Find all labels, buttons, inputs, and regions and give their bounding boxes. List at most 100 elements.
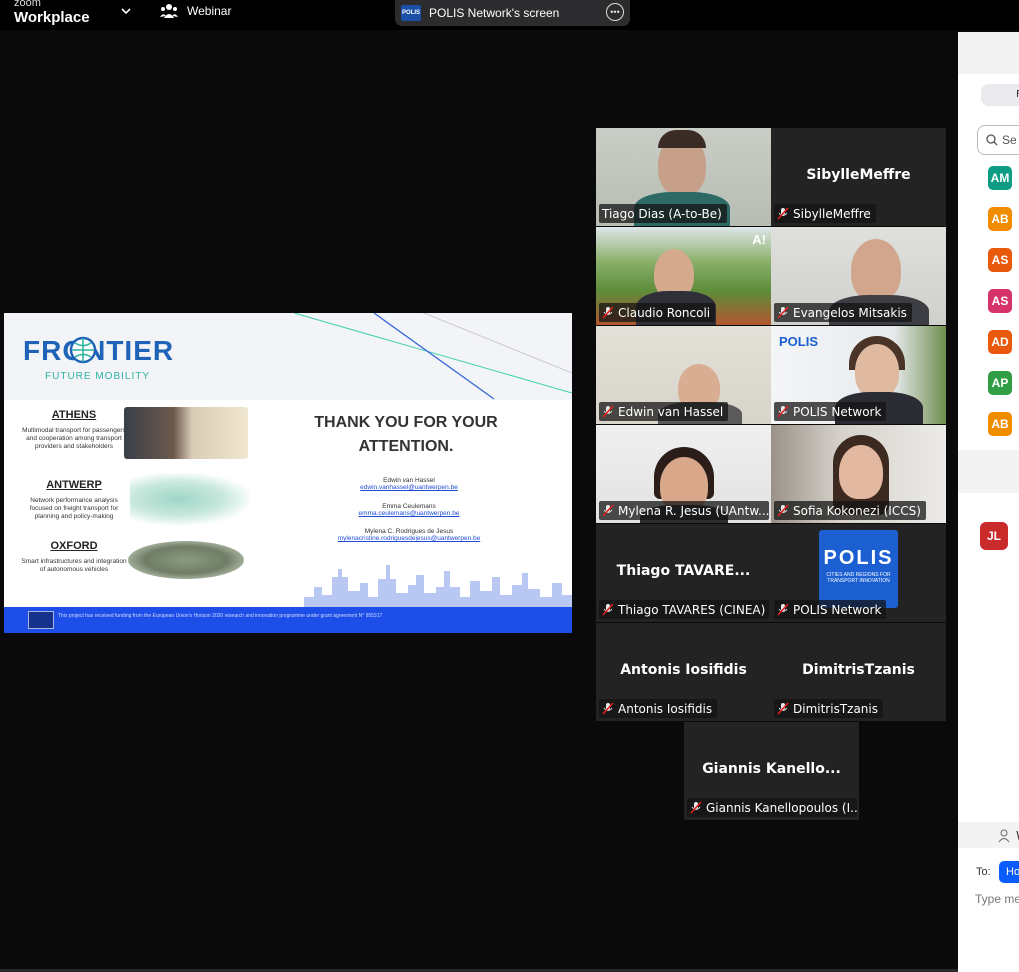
shared-screen-slide: FRONTIER FUTURE MOBILITY ATHENS Multimod… (4, 313, 572, 633)
attendee-avatar[interactable]: AD (988, 330, 1012, 354)
chat-avatar: JL (980, 522, 1008, 550)
city-antwerp: ANTWERP Network performance analysis foc… (29, 479, 119, 520)
participant-name-tag: Mylena R. Jesus (UAntw... (599, 501, 769, 520)
participant-face (839, 445, 883, 499)
muted-mic-icon (777, 405, 789, 418)
author-3-email[interactable]: mylenacristine.rodriguesdejesus@uantwerp… (304, 535, 514, 542)
video-tile[interactable]: Tiago Dias (A-to-Be) (596, 128, 771, 226)
screen-share-indicator[interactable]: POLIS POLIS Network's screen ••• (395, 0, 630, 26)
attendee-avatar[interactable]: AS (988, 248, 1012, 272)
participant-name-tag: POLIS Network (774, 402, 887, 421)
participant-name-tag: Tiago Dias (A-to-Be) (599, 204, 727, 223)
video-tile[interactable]: Antonis Iosifidis Antonis Iosifidis (596, 623, 771, 721)
video-tile[interactable]: Giannis Kanello... Giannis Kanellopoulos… (684, 722, 859, 820)
participant-face (851, 239, 901, 301)
city-athens: ATHENS Multimodal transport for passenge… (22, 409, 126, 450)
participant-name-tag: Sofia Kokonezi (ICCS) (774, 501, 926, 520)
participant-name-large: SibylleMeffre (806, 167, 911, 183)
slide-title: FRONTIER (23, 335, 175, 366)
muted-mic-icon (777, 603, 789, 616)
video-tile[interactable]: Evangelos Mitsakis (771, 227, 946, 325)
muted-mic-icon (602, 306, 614, 319)
author-1-email[interactable]: edwin.vanhassel@uantwerpen.be (304, 484, 514, 491)
attendee-avatar[interactable]: AS (988, 289, 1012, 313)
webinar-label: Webinar (187, 4, 232, 18)
video-tile[interactable]: A! Claudio Roncoli (596, 227, 771, 325)
slide-subtitle: FUTURE MOBILITY (45, 371, 151, 382)
panel-tab-pill[interactable]: F (981, 84, 1019, 106)
city-skyline-graphic (304, 565, 572, 607)
participant-name-tag: Claudio Roncoli (599, 303, 716, 322)
muted-mic-icon (602, 702, 614, 715)
panel-header (958, 32, 1019, 74)
author-3: Mylena C. Rodrigues de Jesus mylenacrist… (304, 528, 514, 542)
video-tile[interactable]: Edwin van Hassel (596, 326, 771, 424)
participant-name-tag: SibylleMeffre (774, 204, 876, 223)
share-label: POLIS Network's screen (429, 6, 560, 20)
video-tile[interactable]: Thiago TAVARE... Thiago TAVARES (CINEA) (596, 524, 771, 622)
video-tile[interactable]: POLIS POLIS Network (771, 326, 946, 424)
participant-name-tag: Evangelos Mitsakis (774, 303, 912, 322)
thanks-text: THANK YOU FOR YOUR ATTENTION. (314, 414, 498, 455)
muted-mic-icon (602, 504, 614, 517)
video-tile[interactable]: Sofia Kokonezi (ICCS) (771, 425, 946, 523)
participant-name-tag: Edwin van Hassel (599, 402, 729, 421)
attendee-avatar[interactable]: AP (988, 371, 1012, 395)
polis-logo-icon: POLIS (779, 334, 819, 349)
brand-bottom: Workplace (14, 9, 90, 26)
recipient-dropdown[interactable]: Ho (999, 861, 1019, 883)
muted-mic-icon (777, 207, 789, 220)
globe-icon (69, 336, 97, 364)
side-panel: F Se AM AB AS AS AD AP AB JL W To: Ho Ty… (958, 32, 1019, 972)
participant-name-large: DimitrisTzanis (802, 662, 915, 678)
muted-mic-icon (777, 702, 789, 715)
video-tile[interactable]: Mylena R. Jesus (UAntw... (596, 425, 771, 523)
polis-logo-icon: POLIS (401, 5, 421, 21)
zoom-workplace-logo[interactable]: zoom Workplace (14, 0, 90, 25)
chevron-down-icon[interactable] (118, 3, 134, 19)
eu-flag-icon (28, 611, 54, 629)
participant-name-tag: Thiago TAVARES (CINEA) (599, 600, 769, 619)
muted-mic-icon (777, 504, 789, 517)
participant-name-tag: Antonis Iosifidis (599, 699, 718, 718)
slide-footer: This project has received funding from t… (4, 607, 572, 633)
ai-badge: A! (752, 232, 766, 247)
participant-name-large: Thiago TAVARE... (616, 563, 751, 579)
attendee-avatar[interactable]: AB (988, 207, 1012, 231)
muted-mic-icon (690, 801, 702, 814)
video-tile[interactable]: SibylleMeffre SibylleMeffre (771, 128, 946, 226)
chat-message-input[interactable]: Type me (975, 892, 1019, 906)
webinar-indicator: Webinar (160, 0, 231, 22)
oxford-image (128, 541, 244, 579)
panel-divider (958, 450, 1019, 493)
search-input[interactable]: Se (977, 125, 1019, 155)
participant-hair (658, 130, 706, 148)
to-label: To: (976, 866, 991, 878)
author-2-email[interactable]: emma.ceulemans@uantwerpen.be (304, 510, 514, 517)
author-1: Edwin van Hassel edwin.vanhassel@uantwer… (304, 477, 514, 491)
polis-logo: POLIS CITIES AND REGIONS FOR TRANSPORT I… (819, 530, 898, 608)
author-2: Emma Ceulemans emma.ceulemans@uantwerpen… (304, 503, 514, 517)
participant-name-tag: DimitrisTzanis (774, 699, 883, 718)
attendee-avatar[interactable]: AM (988, 166, 1012, 190)
athens-image (124, 407, 248, 459)
more-options-icon[interactable]: ••• (606, 3, 624, 21)
video-tile[interactable]: POLIS CITIES AND REGIONS FOR TRANSPORT I… (771, 524, 946, 622)
antwerp-map-image (130, 473, 250, 525)
attendee-avatar[interactable]: AB (988, 412, 1012, 436)
participant-face (855, 344, 899, 398)
city-oxford: OXFORD Smart infrastructures and integra… (21, 540, 127, 573)
person-icon (998, 829, 1010, 843)
muted-mic-icon (602, 603, 614, 616)
webinar-icon (160, 4, 178, 18)
participant-name-tag: POLIS Network (774, 600, 887, 619)
participant-name-large: Giannis Kanello... (702, 761, 841, 777)
video-tile[interactable]: DimitrisTzanis DimitrisTzanis (771, 623, 946, 721)
muted-mic-icon (602, 405, 614, 418)
top-bar: zoom Workplace Webinar POLIS POLIS Netwo… (0, 0, 1019, 30)
participant-name-large: Antonis Iosifidis (620, 662, 747, 678)
participant-name-tag: Giannis Kanellopoulos (I... (687, 798, 857, 817)
search-icon (986, 134, 998, 146)
panel-link[interactable]: W (998, 829, 1019, 843)
brand-top: zoom (14, 0, 41, 9)
